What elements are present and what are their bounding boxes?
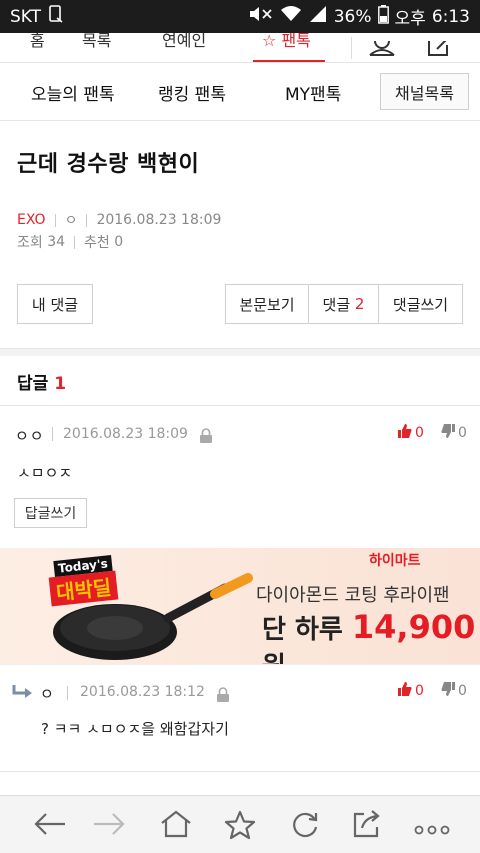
view-post-button[interactable]: 본문보기: [225, 284, 309, 324]
ad-price-line: 단 하루 14,900 원: [262, 608, 480, 664]
share-icon[interactable]: [352, 810, 382, 842]
ad-brand: 하이마트: [369, 553, 421, 569]
section-divider: [0, 348, 480, 356]
user-icon[interactable]: [368, 33, 396, 62]
comments-count: 2: [354, 295, 365, 313]
reply-write-button[interactable]: 답글쓰기: [14, 498, 87, 528]
comment-body: ? ㅋㅋ ㅅㅁㅇㅈ을 왜함갑자기: [41, 720, 229, 738]
mute-icon: [248, 5, 274, 28]
thumbs-down-icon: [440, 423, 456, 443]
signal-icon: [308, 5, 328, 28]
tab-celebrity[interactable]: 연예인: [162, 33, 206, 51]
subnav-today[interactable]: 오늘의 팬톡: [31, 80, 115, 105]
post-datetime: 2016.08.23 18:09: [96, 212, 222, 228]
ad-price-prefix: 단 하루: [262, 615, 343, 645]
tab-home[interactable]: 홈: [30, 33, 45, 51]
downvote-count: 0: [458, 425, 467, 441]
star-icon[interactable]: [224, 810, 256, 844]
ad-price-unit: 원: [262, 652, 286, 664]
comment-downvote[interactable]: 0: [440, 423, 467, 443]
divider: [52, 427, 53, 441]
views-label: 조회: [17, 235, 43, 251]
ad-price: 14,900: [351, 608, 476, 646]
more-icon[interactable]: [414, 820, 450, 839]
comment-author[interactable]: ㅇㅇ: [15, 425, 45, 446]
views-count: 34: [47, 234, 66, 250]
lock-icon: [199, 428, 213, 448]
thumbs-up-icon: [397, 681, 413, 701]
phone-icon: [49, 5, 63, 28]
my-comments-button[interactable]: 내 댓글: [17, 284, 93, 324]
reply-arrow-icon: [12, 684, 34, 704]
replies-label: 답글: [17, 374, 49, 394]
thumbs-up-icon: [397, 423, 413, 443]
replies-count: 1: [54, 374, 67, 394]
comments-label: 댓글: [322, 295, 351, 314]
post-stats: 조회 34 추천 0: [17, 232, 123, 252]
lock-icon: [216, 687, 230, 707]
post-title: 근데 경수랑 백현이: [17, 152, 200, 177]
post-channel[interactable]: EXO: [17, 212, 46, 228]
post-meta: EXO ㅇ 2016.08.23 18:09: [17, 210, 221, 230]
divider: [74, 235, 76, 249]
comment-body: ㅅㅁㅇㅈ: [17, 464, 73, 482]
clock-ampm: 오후: [394, 9, 426, 29]
upvote-count: 0: [415, 683, 424, 699]
ad-headline: 다이아몬드 코팅 후라이팬: [256, 585, 450, 606]
upvote-count: 0: [415, 425, 424, 441]
tab-list[interactable]: 목록: [82, 33, 111, 51]
comment-datetime: 2016.08.23 18:12: [80, 684, 205, 700]
edit-icon[interactable]: [427, 36, 453, 62]
status-bar: SKT 36% 오후 6:13: [0, 0, 480, 33]
wifi-icon: [280, 5, 302, 28]
forward-arrow-icon[interactable]: [92, 810, 126, 842]
battery-percent: 36%: [333, 6, 372, 27]
ad-banner[interactable]: Today's 대박딜 하이마트 다이아몬드 코팅 후라이팬 단 하루 14,9…: [0, 548, 480, 665]
tab-fantalk-label: 팬톡: [281, 33, 311, 50]
comment-upvote[interactable]: 0: [397, 423, 424, 443]
likes-count: 0: [114, 234, 124, 250]
subnav-ranking[interactable]: 랭킹 팬톡: [158, 80, 226, 105]
carrier-label: SKT: [10, 6, 42, 27]
comments-button[interactable]: 댓글 2: [308, 284, 379, 324]
channel-list-button[interactable]: 채널목록: [380, 73, 469, 110]
replies-header: 답글 1: [17, 369, 66, 394]
back-arrow-icon[interactable]: [33, 810, 67, 842]
star-outline-icon: ☆: [262, 33, 277, 50]
tab-fantalk[interactable]: ☆ 팬톡: [262, 33, 311, 51]
comment-datetime: 2016.08.23 18:09: [63, 426, 188, 442]
frying-pan-image: [50, 570, 260, 664]
post-author[interactable]: ㅇ: [65, 210, 78, 230]
browser-bottom-bar: [0, 795, 480, 853]
downvote-count: 0: [458, 683, 467, 699]
battery-icon: [377, 4, 389, 29]
comment-downvote[interactable]: 0: [440, 681, 467, 701]
divider: [0, 405, 480, 406]
home-icon[interactable]: [160, 810, 192, 842]
divider: [67, 686, 68, 700]
clock-time: 6:13: [431, 6, 470, 27]
likes-label: 추천: [84, 235, 110, 251]
comment-author[interactable]: ㅇ: [40, 683, 55, 704]
divider: [351, 37, 352, 59]
thumbs-down-icon: [440, 681, 456, 701]
subnav-my[interactable]: MY팬톡: [285, 80, 341, 105]
divider: [0, 771, 480, 772]
refresh-icon[interactable]: [290, 810, 320, 842]
comment-upvote[interactable]: 0: [397, 681, 424, 701]
divider: [86, 213, 88, 227]
write-comment-button[interactable]: 댓글쓰기: [378, 284, 463, 324]
top-tab-bar: 홈 목록 연예인 ☆ 팬톡: [0, 33, 480, 63]
divider: [54, 213, 56, 227]
